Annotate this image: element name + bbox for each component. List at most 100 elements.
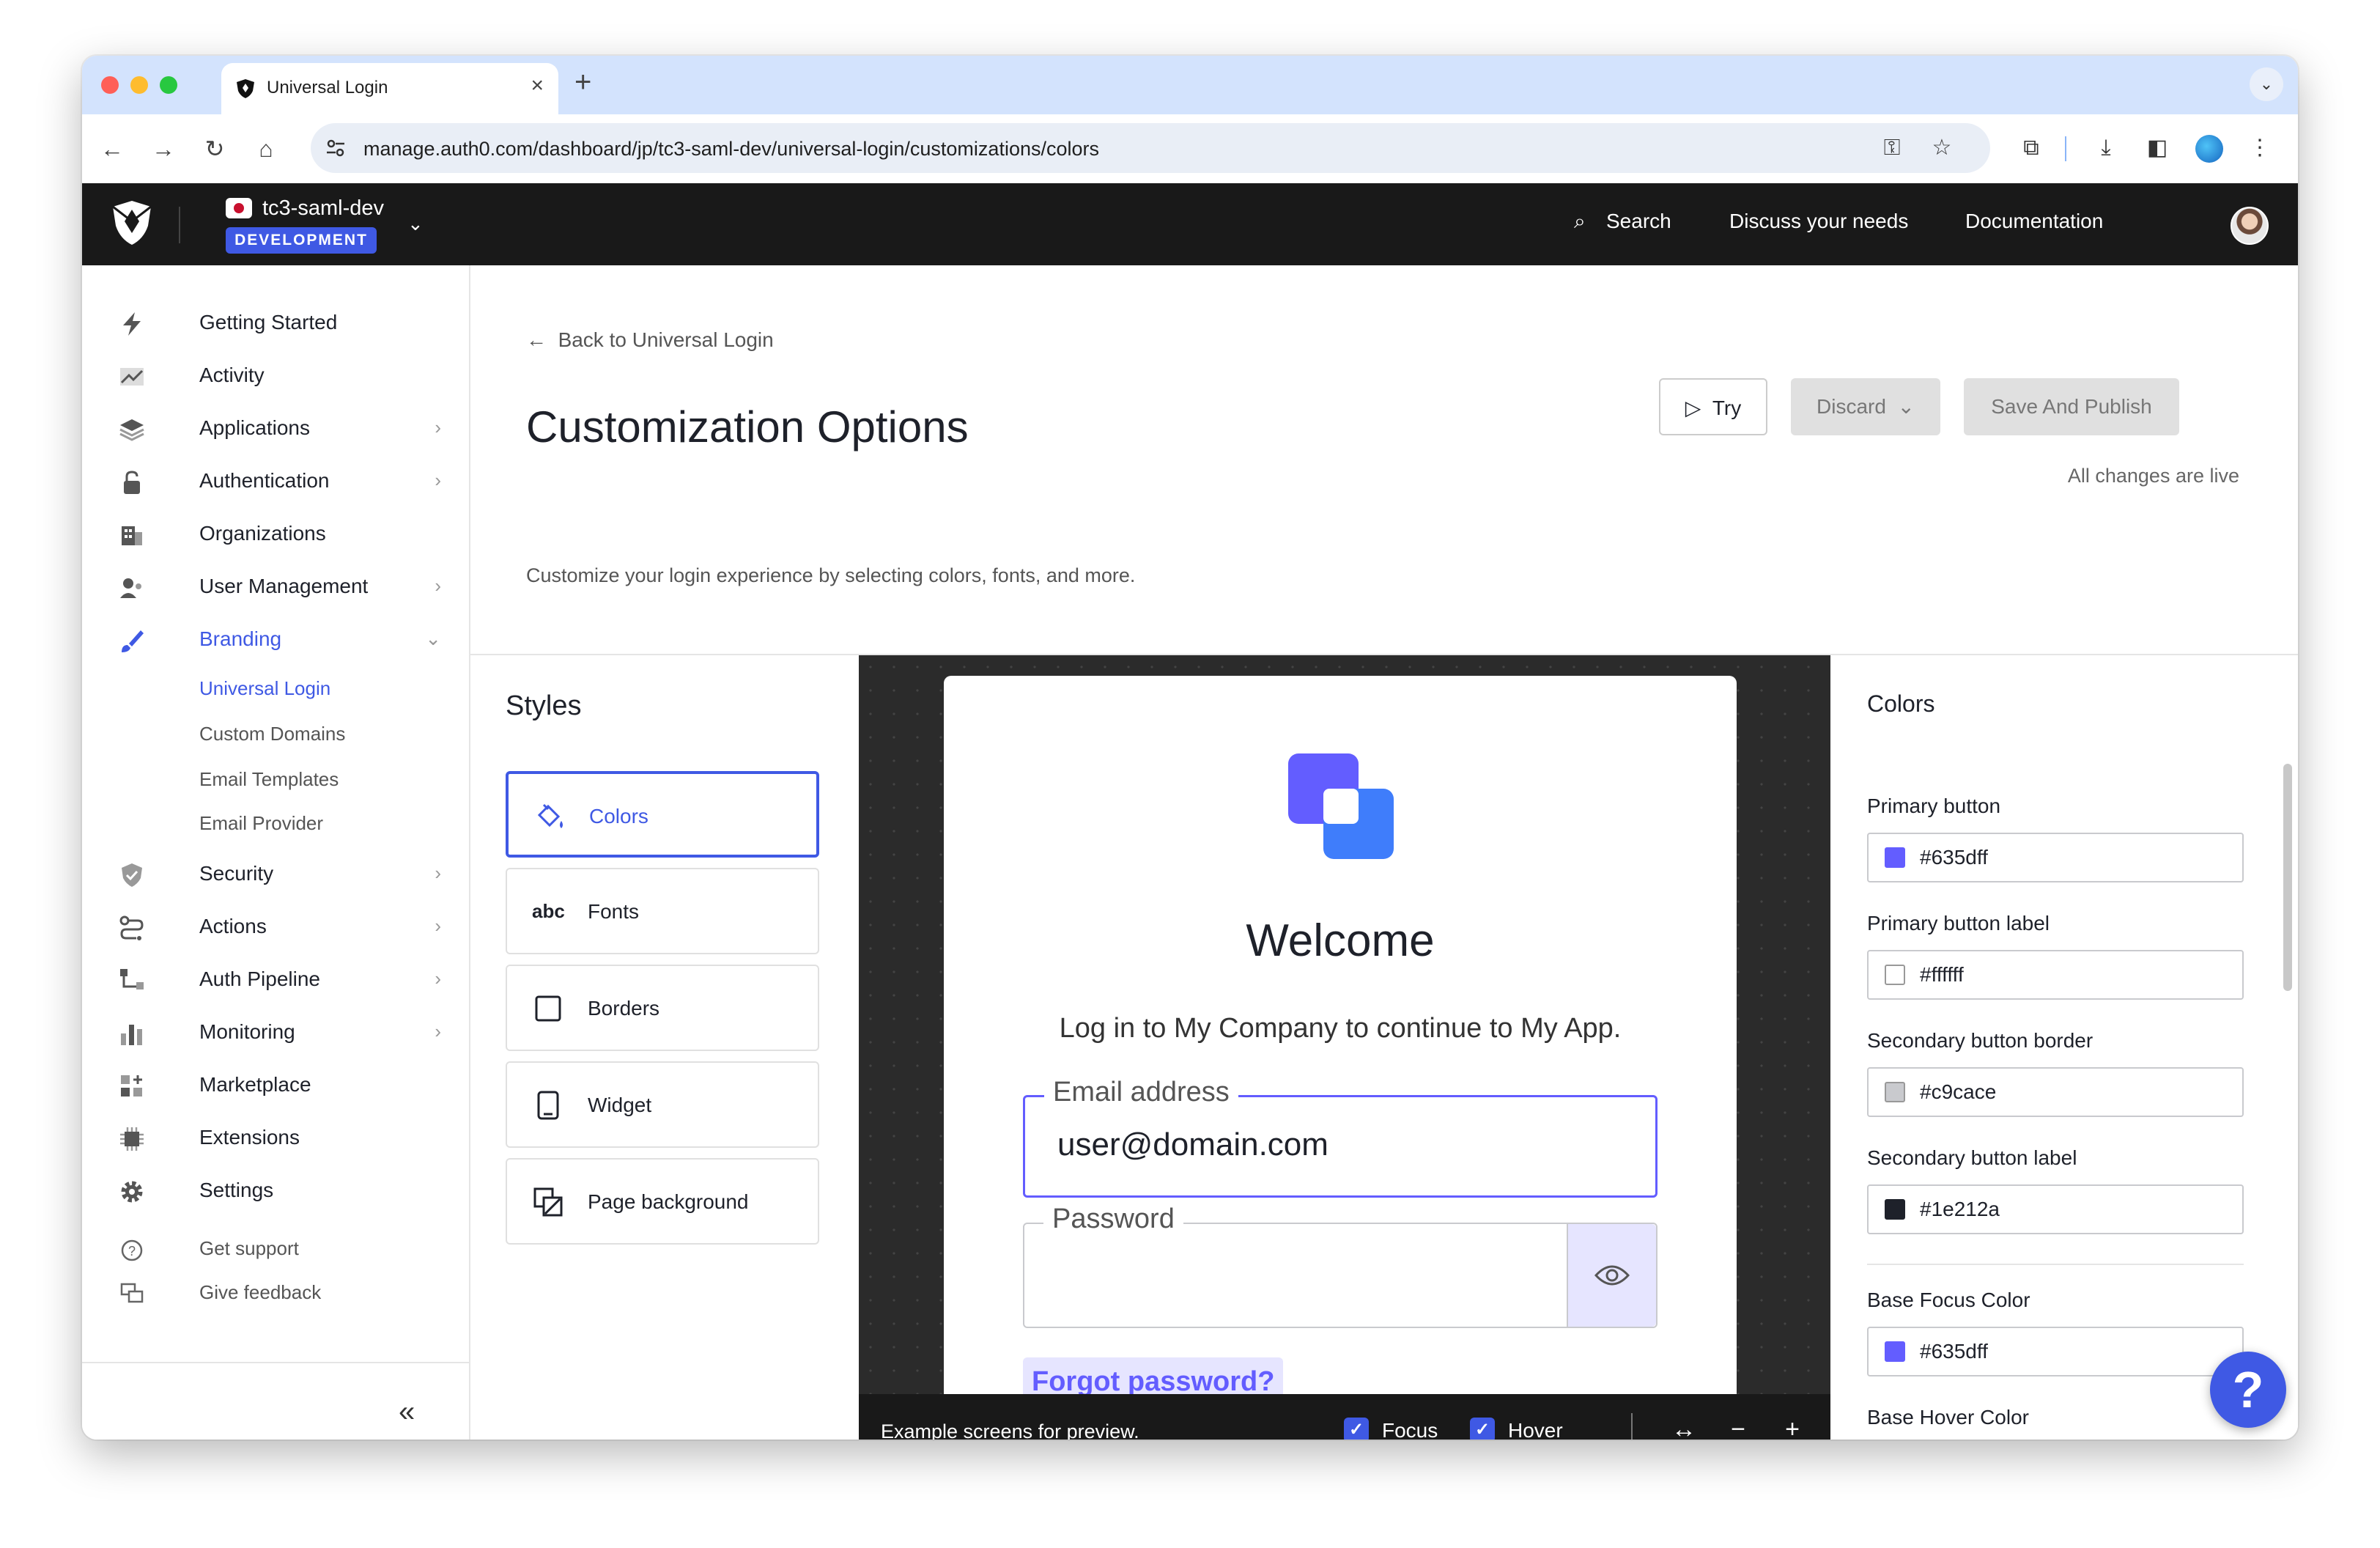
browser-menu-icon[interactable]: ⋮ xyxy=(2245,133,2274,163)
sidebar-item-marketplace[interactable]: Marketplace xyxy=(119,1067,441,1104)
help-fab-button[interactable]: ? xyxy=(2210,1352,2286,1428)
toolbar-separator xyxy=(1631,1413,1633,1440)
discard-button[interactable]: Discard ⌄ xyxy=(1791,378,1940,435)
search-icon[interactable]: ⌕ xyxy=(1574,210,1586,234)
color-swatch[interactable] xyxy=(1885,1199,1905,1220)
color-swatch[interactable] xyxy=(1885,847,1905,868)
base-hover-color-label: Base Hover Color xyxy=(1867,1406,2029,1429)
style-option-page-background[interactable]: Page background xyxy=(506,1158,819,1245)
style-option-borders[interactable]: Borders xyxy=(506,965,819,1051)
hover-checkbox[interactable]: ✓ xyxy=(1470,1418,1495,1440)
sidebar-item-auth-pipeline[interactable]: Auth Pipeline › xyxy=(119,962,441,998)
user-avatar[interactable] xyxy=(2231,207,2269,245)
secondary-button-label-label: Secondary button label xyxy=(1867,1146,2077,1169)
tenant-chevron-down-icon[interactable]: ⌄ xyxy=(407,213,424,235)
side-panel-icon[interactable]: ◧ xyxy=(2143,133,2172,163)
colors-scrollbar[interactable] xyxy=(2283,764,2292,991)
minimize-window-button[interactable] xyxy=(130,76,148,94)
color-swatch[interactable] xyxy=(1885,965,1905,985)
chevron-right-icon: › xyxy=(435,1020,441,1042)
color-swatch[interactable] xyxy=(1885,1082,1905,1102)
extensions-icon[interactable]: ⧉ xyxy=(2017,133,2046,163)
sidebar-give-feedback[interactable]: Give feedback xyxy=(119,1275,441,1308)
sidebar-item-user-management[interactable]: User Management › xyxy=(119,569,441,605)
base-focus-color-input[interactable]: #635dff xyxy=(1867,1327,2244,1376)
header-docs-link[interactable]: Documentation xyxy=(1965,210,2103,233)
password-field[interactable]: Password xyxy=(1023,1204,1658,1328)
welcome-heading: Welcome xyxy=(1246,915,1435,966)
address-bar: ← → ↻ ⌂ manage.auth0.com/dashboard/jp/tc… xyxy=(82,114,2298,183)
building-icon xyxy=(122,526,142,545)
chevron-right-icon: › xyxy=(435,469,441,491)
reload-icon[interactable]: ↻ xyxy=(196,130,233,167)
primary-button-label-color-input[interactable]: #ffffff xyxy=(1867,950,2244,1000)
header-search-link[interactable]: Search xyxy=(1606,210,1671,233)
sidebar-item-authentication[interactable]: Authentication › xyxy=(119,463,441,500)
zoom-in-icon[interactable]: + xyxy=(1778,1415,1807,1440)
style-option-fonts[interactable]: abc Fonts xyxy=(506,868,819,954)
maximize-window-button[interactable] xyxy=(160,76,177,94)
color-swatch[interactable] xyxy=(1885,1341,1905,1362)
login-subtitle: Log in to My Company to continue to My A… xyxy=(1059,1013,1622,1044)
chevron-right-icon: › xyxy=(435,915,441,937)
sidebar-item-security[interactable]: Security › xyxy=(119,856,441,893)
url-field[interactable]: manage.auth0.com/dashboard/jp/tc3-saml-d… xyxy=(311,123,1990,173)
download-icon[interactable]: ⤓ xyxy=(2091,133,2121,163)
primary-button-color-input[interactable]: #635dff xyxy=(1867,833,2244,882)
secondary-button-border-color-input[interactable]: #c9cace xyxy=(1867,1067,2244,1117)
sidebar-item-organizations[interactable]: Organizations xyxy=(119,516,441,553)
auth0-logo-icon[interactable] xyxy=(110,199,154,246)
sidebar-subitem-email-templates[interactable]: Email Templates xyxy=(199,768,339,791)
back-to-universal-login-link[interactable]: ← Back to Universal Login xyxy=(526,328,774,352)
focus-label: Focus xyxy=(1382,1419,1438,1440)
show-password-button[interactable] xyxy=(1567,1224,1656,1327)
header-discuss-link[interactable]: Discuss your needs xyxy=(1729,210,1908,233)
profile-avatar[interactable] xyxy=(2195,135,2223,163)
forward-arrow-icon[interactable]: → xyxy=(145,130,182,167)
email-field[interactable]: Email address user@domain.com xyxy=(1023,1077,1658,1198)
sidebar-subitem-email-provider[interactable]: Email Provider xyxy=(199,812,323,835)
try-button[interactable]: ▷ Try xyxy=(1659,378,1767,435)
sidebar-item-monitoring[interactable]: Monitoring › xyxy=(119,1014,441,1051)
app-header: tc3-saml-dev DEVELOPMENT ⌄ ⌕ Search Disc… xyxy=(82,183,2298,265)
new-tab-icon[interactable]: + xyxy=(574,66,591,99)
sidebar-subitem-universal-login[interactable]: Universal Login xyxy=(199,677,330,700)
site-settings-icon[interactable] xyxy=(324,136,347,160)
layers-icon xyxy=(119,419,144,441)
secondary-button-label-color-input[interactable]: #1e212a xyxy=(1867,1184,2244,1234)
bar-chart-icon xyxy=(121,1025,142,1045)
style-option-colors[interactable]: Colors xyxy=(506,771,819,858)
close-window-button[interactable] xyxy=(101,76,119,94)
password-key-icon[interactable]: ⚿ xyxy=(1879,135,1905,161)
sidebar-get-support[interactable]: ? Get support xyxy=(119,1231,441,1264)
save-and-publish-button[interactable]: Save And Publish xyxy=(1964,378,2179,435)
sidebar-item-getting-started[interactable]: Getting Started xyxy=(119,305,441,342)
home-icon[interactable]: ⌂ xyxy=(248,130,284,167)
gear-icon xyxy=(121,1181,143,1203)
sidebar-item-settings[interactable]: Settings xyxy=(119,1173,441,1209)
tab-search-chevron-icon[interactable]: ⌄ xyxy=(2250,67,2283,101)
collapse-sidebar-icon[interactable]: « xyxy=(399,1396,415,1429)
style-option-widget[interactable]: Widget xyxy=(506,1061,819,1148)
login-preview: Welcome Log in to My Company to continue… xyxy=(859,655,1830,1440)
sidebar-item-actions[interactable]: Actions › xyxy=(119,909,441,946)
zoom-out-icon[interactable]: − xyxy=(1723,1415,1753,1440)
sidebar-item-applications[interactable]: Applications › xyxy=(119,410,441,447)
tenant-name[interactable]: tc3-saml-dev xyxy=(262,196,384,221)
paintbrush-icon xyxy=(122,630,144,652)
tab-close-icon[interactable]: × xyxy=(531,73,544,98)
sidebar-item-activity[interactable]: Activity xyxy=(119,358,441,394)
colors-divider xyxy=(1867,1264,2244,1265)
bookmark-star-icon[interactable]: ☆ xyxy=(1929,135,1955,161)
email-label: Email address xyxy=(1044,1077,1238,1108)
fit-width-icon[interactable]: ↔ xyxy=(1669,1415,1699,1440)
focus-checkbox[interactable]: ✓ xyxy=(1344,1418,1369,1440)
sidebar-item-extensions[interactable]: Extensions xyxy=(119,1120,441,1157)
hover-label: Hover xyxy=(1508,1419,1563,1440)
browser-tab[interactable]: Universal Login × xyxy=(221,63,558,114)
svg-text:?: ? xyxy=(128,1244,136,1258)
sidebar-subitem-custom-domains[interactable]: Custom Domains xyxy=(199,723,345,745)
back-arrow-icon[interactable]: ← xyxy=(94,130,130,167)
sidebar-item-branding[interactable]: Branding ⌄ xyxy=(119,622,441,658)
page-description: Customize your login experience by selec… xyxy=(526,564,1136,586)
